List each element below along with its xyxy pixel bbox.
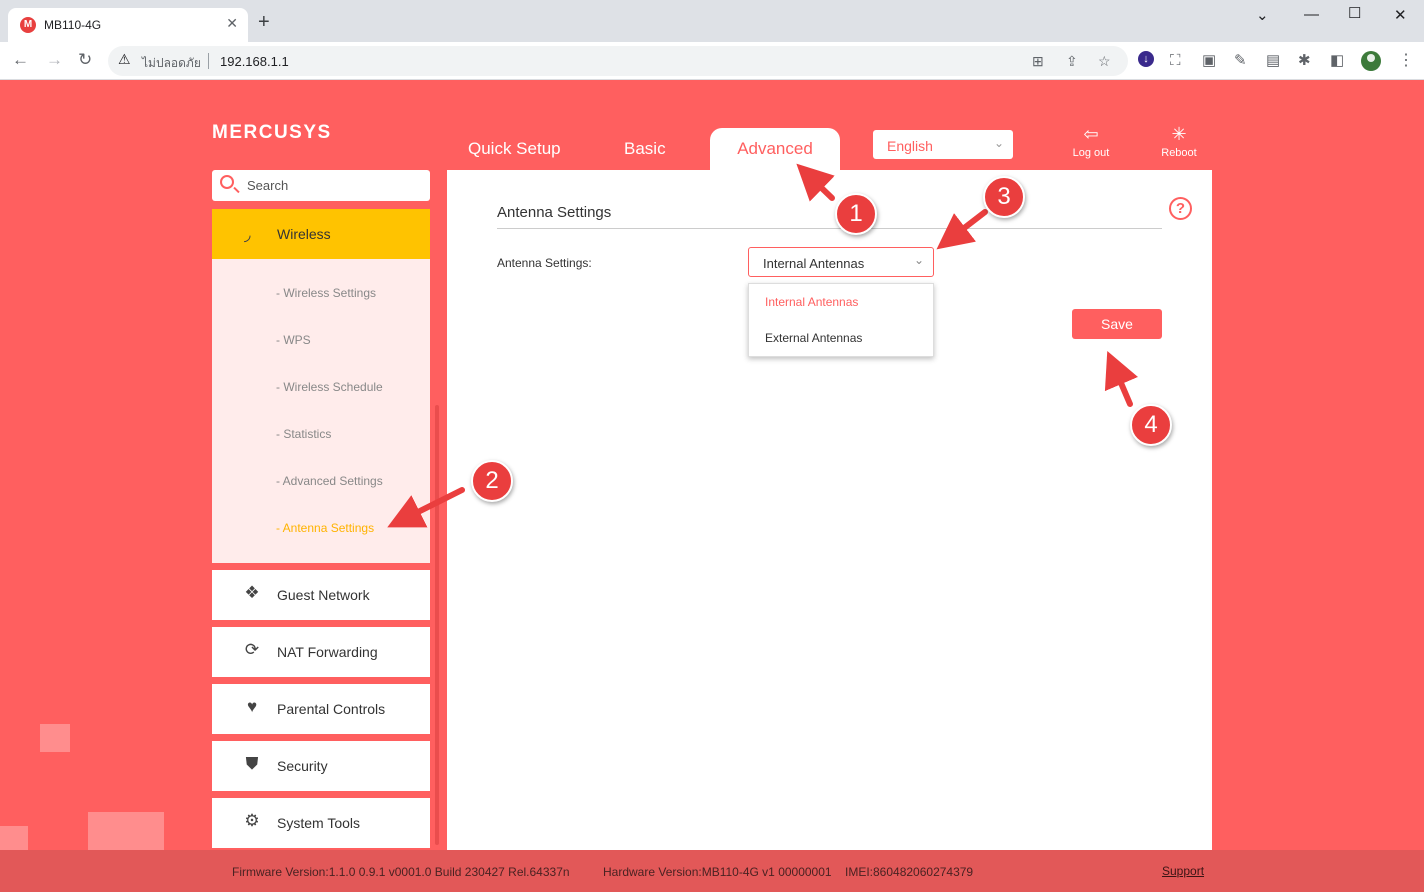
annotation-badge-3: 3 (983, 176, 1025, 218)
annotation-arrow-1 (796, 163, 835, 202)
annotation-badge-4: 4 (1130, 404, 1172, 446)
annotation-arrow-4 (1104, 350, 1138, 407)
annotation-badge-2: 2 (471, 460, 513, 502)
annotation-badge-1: 1 (835, 193, 877, 235)
annotation-arrow-2 (387, 487, 465, 528)
annotation-arrows (387, 163, 1138, 528)
annotation-arrow-3 (936, 209, 988, 250)
